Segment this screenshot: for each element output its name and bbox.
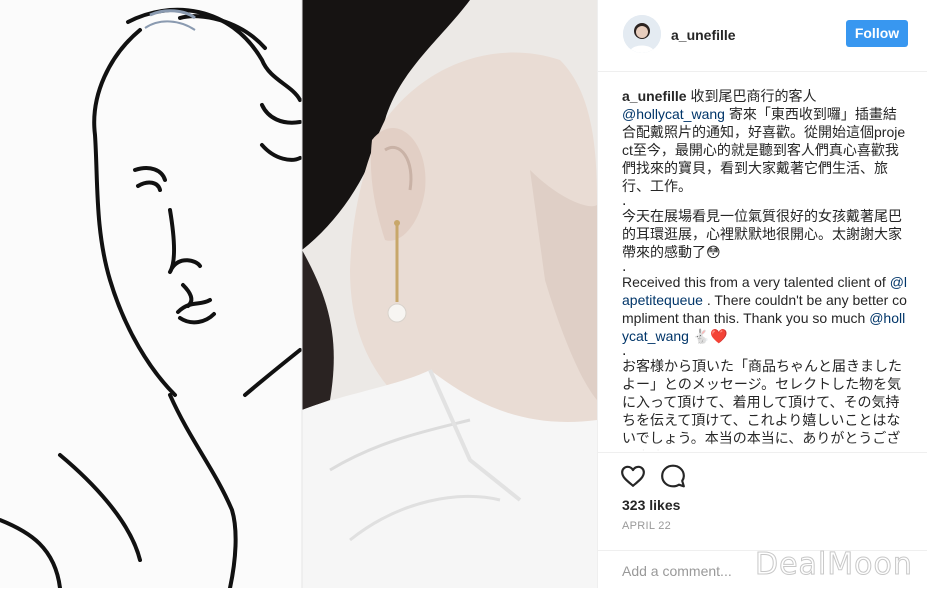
caption-username[interactable]: a_unefille <box>622 88 687 104</box>
post-detail-panel: a_unefille Follow a_unefille 收到尾巴商行的客人 @… <box>597 0 927 588</box>
avatar[interactable] <box>623 15 661 53</box>
caption-emoji: 🐇❤️ <box>688 328 728 344</box>
comment-icon[interactable] <box>660 463 686 489</box>
comment-input[interactable]: Add a comment... <box>622 563 732 579</box>
caption-text: Received this from a very talented clien… <box>622 274 890 290</box>
post-image <box>0 0 597 588</box>
caption-separator: . <box>622 258 627 275</box>
caption-paragraph-4: お客様から頂いた「商品ちゃんと届きましたよー」とのメッセージ。セレクトした物を気… <box>622 358 902 451</box>
caption-text: 收到尾巴商行的客人 <box>686 88 817 104</box>
caption-separator: . <box>622 342 627 359</box>
avatar-image <box>623 15 661 53</box>
header-username[interactable]: a_unefille <box>671 27 736 43</box>
caption-fade <box>622 441 908 451</box>
caption-mention[interactable]: @hollycat_wang <box>622 106 725 122</box>
follow-button[interactable]: Follow <box>846 20 908 47</box>
heart-icon[interactable] <box>620 463 646 489</box>
post-header: a_unefille Follow <box>598 0 927 72</box>
caption-paragraph-2: 今天在展場看見一位氣質很好的女孩戴著尾巴的耳環逛展，心裡默默地很開心。太謝謝大家… <box>622 208 902 260</box>
caption-separator: . <box>622 192 627 209</box>
post-caption: a_unefille 收到尾巴商行的客人 @hollycat_wang 寄來「東… <box>622 87 908 451</box>
caption-paragraph-3: Received this from a very talented clien… <box>622 273 908 345</box>
watermark: DealMoon <box>755 547 913 583</box>
post-photo[interactable] <box>0 0 597 588</box>
post-date: APRIL 22 <box>622 520 672 532</box>
likes-count[interactable]: 323 likes <box>622 497 680 513</box>
caption-paragraph-1: a_unefille 收到尾巴商行的客人 @hollycat_wang 寄來「東… <box>622 87 908 195</box>
